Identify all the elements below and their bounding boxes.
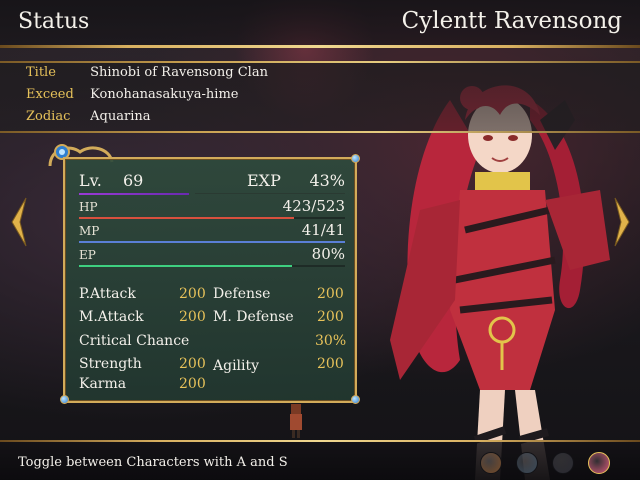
hp-gauge: HP 423/523 <box>79 197 345 219</box>
profile-row-exceed: Exceed Konohanasakuya-hime <box>26 87 239 107</box>
stat-m-defense-value: 200 <box>317 309 344 325</box>
profile-divider-bottom <box>0 131 640 133</box>
level-value: 69 <box>123 171 144 190</box>
profile-title-label: Title <box>26 65 56 80</box>
hp-label: HP <box>79 200 98 214</box>
stat-m-defense-label: M. Defense <box>213 309 294 325</box>
screen-title: Status <box>18 9 90 34</box>
stat-defense-label: Defense <box>213 286 271 302</box>
hp-value: 423/523 <box>282 197 345 215</box>
stat-agility-label: Agility <box>213 358 260 374</box>
footer-divider <box>0 440 640 442</box>
stat-karma-label: Karma <box>79 376 127 392</box>
stat-strength-label: Strength <box>79 356 142 372</box>
character-name: Cylentt Ravensong <box>401 8 622 34</box>
profile-title-value: Shinobi of Ravensong Clan <box>90 65 268 80</box>
profile-exceed-label: Exceed <box>26 87 74 102</box>
mp-label: MP <box>79 224 100 238</box>
map-sprite <box>290 404 302 438</box>
level-row: Lv. 69 EXP 43% <box>79 171 345 195</box>
profile-row-zodiac: Zodiac Aquarina <box>26 109 150 129</box>
ep-value: 80% <box>311 245 345 263</box>
level-label: Lv. <box>79 171 102 190</box>
panel-corner-gem-icon <box>60 395 69 404</box>
exp-label: EXP <box>247 171 281 190</box>
stat-critical-label: Critical Chance <box>79 333 190 349</box>
stat-defense-value: 200 <box>317 286 344 302</box>
ep-gauge: EP 80% <box>79 245 345 267</box>
exp-value: 43% <box>309 171 345 190</box>
stats-panel: Lv. 69 EXP 43% HP 423/523 MP 41/41 EP 80… <box>60 154 360 404</box>
ep-label: EP <box>79 248 96 262</box>
profile-exceed-value: Konohanasakuya-hime <box>90 87 239 102</box>
title-bar-divider <box>0 45 640 48</box>
footer-bar: Toggle between Characters with A and S <box>0 440 640 480</box>
mp-gauge: MP 41/41 <box>79 221 345 243</box>
previous-character-arrow-icon[interactable] <box>10 196 28 248</box>
stat-p-attack-label: P.Attack <box>79 286 136 302</box>
stat-p-attack-value: 200 <box>179 286 206 302</box>
profile-info: Title Shinobi of Ravensong Clan Exceed K… <box>0 61 640 133</box>
panel-corner-gem-icon <box>351 154 360 163</box>
mp-value: 41/41 <box>301 221 345 239</box>
profile-zodiac-label: Zodiac <box>26 109 71 124</box>
stat-m-attack-label: M.Attack <box>79 309 144 325</box>
mp-bar-fill <box>79 241 345 243</box>
title-bar: Status Cylentt Ravensong <box>0 0 640 48</box>
stat-agility-value: 200 <box>317 356 344 372</box>
level-bar <box>79 193 189 195</box>
hp-bar-fill <box>79 217 295 219</box>
toggle-hint: Toggle between Characters with A and S <box>18 455 288 470</box>
stat-critical-value: 30% <box>315 333 347 349</box>
panel-corner-gem-icon <box>351 395 360 404</box>
party-member-3-face-icon[interactable] <box>552 452 574 474</box>
next-character-arrow-icon[interactable] <box>613 196 631 248</box>
stat-karma-value: 200 <box>179 376 206 392</box>
profile-row-title: Title Shinobi of Ravensong Clan <box>26 65 268 85</box>
party-member-1-face-icon[interactable] <box>480 452 502 474</box>
party-member-2-face-icon[interactable] <box>516 452 538 474</box>
profile-zodiac-value: Aquarina <box>90 109 151 124</box>
profile-divider-top <box>0 61 640 63</box>
party-member-4-face-icon[interactable] <box>588 452 610 474</box>
stat-strength-value: 200 <box>179 356 206 372</box>
exp-bar-track <box>195 193 345 194</box>
stat-m-attack-value: 200 <box>179 309 206 325</box>
ep-bar-fill <box>79 265 292 267</box>
